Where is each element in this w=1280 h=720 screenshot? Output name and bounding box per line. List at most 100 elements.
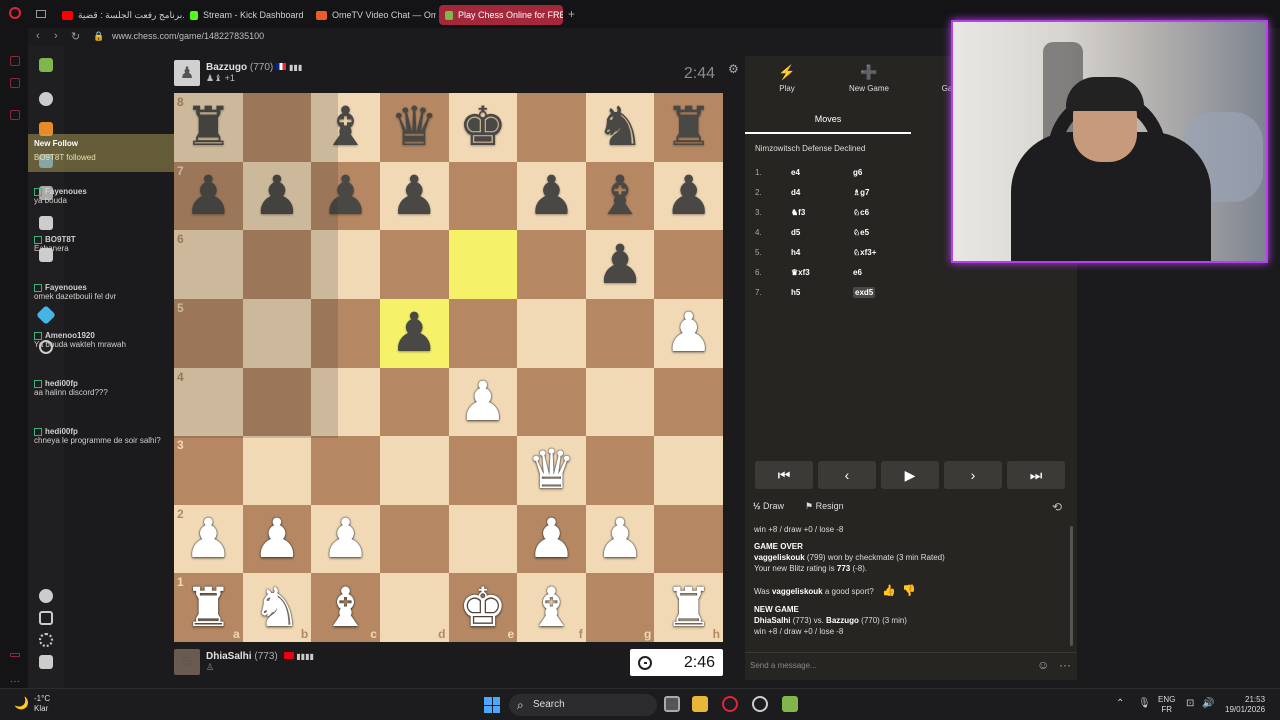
square-g1[interactable]: g (585, 573, 655, 642)
settings-icon[interactable] (39, 633, 53, 647)
black-queen-icon[interactable]: ♛ (390, 100, 438, 154)
thumbs-down-icon[interactable]: 👎 (902, 585, 916, 597)
white-move[interactable]: h5 (791, 288, 853, 297)
white-move[interactable]: h4 (791, 248, 853, 257)
opera-logo-icon[interactable] (9, 7, 21, 19)
square-c5[interactable] (311, 298, 380, 368)
taskbar-search[interactable]: Search (509, 694, 657, 716)
play-moves-button[interactable]: ▶ (881, 461, 939, 489)
top-player-name[interactable]: Bazzugo (206, 62, 247, 73)
square-a6[interactable]: 6 (174, 230, 243, 299)
square-d3[interactable] (379, 436, 449, 505)
square-e8[interactable]: ♚ (448, 93, 518, 162)
black-move[interactable]: ♘xf3+ (853, 248, 876, 257)
square-d6[interactable] (379, 230, 449, 299)
square-a5[interactable]: 5 (174, 298, 243, 368)
square-e3[interactable] (448, 436, 518, 505)
square-c7[interactable]: ♟ (311, 161, 380, 231)
square-b2[interactable]: ♟ (242, 504, 312, 574)
square-b1[interactable]: b ♞ (242, 573, 312, 642)
black-pawn-icon[interactable]: ♟ (664, 168, 712, 223)
square-c6[interactable] (311, 230, 380, 299)
black-pawn-icon[interactable]: ♟ (253, 168, 301, 223)
collapse-icon[interactable] (39, 611, 53, 625)
log-user[interactable]: vaggeliskouk (754, 553, 805, 562)
resign-button[interactable]: ⚑ Resign (805, 501, 844, 512)
square-b4[interactable] (242, 367, 312, 437)
square-f6[interactable] (517, 230, 586, 299)
prev-move-button[interactable]: ‹ (818, 461, 876, 489)
chess-board[interactable]: 8 ♜ ♝ ♛ ♚ ♞ ♜ 7 ♟ ♟ ♟ ♟ ♟ ♝ ♟ 6 ♟ 5 ♟ ♟ 4 ♟ 3 ♛ 2 ♟ ♟ ♟ ♟ ♟ 1 a ♜ b ♞ c ♝ d e ♚… (174, 93, 723, 642)
news-icon[interactable] (39, 216, 53, 230)
square-f3[interactable]: ♛ (517, 436, 586, 505)
avatar[interactable]: ☺ (174, 649, 200, 675)
square-h5[interactable]: ♟ (654, 298, 723, 368)
square-h7[interactable]: ♟ (654, 161, 723, 231)
white-move[interactable]: e4 (791, 168, 853, 177)
square-c1[interactable]: c ♝ (311, 573, 380, 642)
more-options-icon[interactable]: ··· (1059, 658, 1071, 672)
minimize-icon[interactable] (10, 653, 20, 657)
square-g3[interactable] (585, 436, 655, 505)
draw-button[interactable]: ½ Draw (753, 501, 784, 511)
white-move[interactable]: ♞f3 (791, 208, 853, 217)
player-icon[interactable] (10, 78, 20, 88)
white-pawn-icon[interactable]: ♟ (596, 512, 644, 566)
black-pawn-icon[interactable]: ♟ (321, 168, 369, 223)
bottom-player-name[interactable]: DhiaSalhi (206, 651, 252, 662)
white-king-icon[interactable]: ♚ (459, 580, 507, 635)
white-bishop-icon[interactable]: ♝ (321, 580, 369, 635)
white-move[interactable]: d4 (791, 188, 853, 197)
square-b7[interactable]: ♟ (242, 161, 312, 231)
white-move[interactable]: ♛xf3 (791, 268, 853, 277)
log-user[interactable]: vaggeliskouk (772, 587, 823, 596)
obs-icon[interactable] (752, 696, 768, 712)
square-h8[interactable]: ♜ (654, 93, 723, 162)
weather-icon[interactable]: 🌙 (14, 696, 29, 710)
square-d2[interactable] (379, 504, 449, 574)
square-e2[interactable] (448, 504, 518, 574)
square-a3[interactable]: 3 (174, 436, 243, 505)
square-g6[interactable]: ♟ (585, 230, 655, 299)
tray-expand-icon[interactable]: ⌃ (1116, 698, 1124, 709)
square-h1[interactable]: h ♜ (654, 573, 723, 642)
last-move-button[interactable]: ⏭ (1007, 461, 1065, 489)
square-h3[interactable] (654, 436, 723, 505)
black-bishop-icon[interactable]: ♝ (321, 100, 369, 154)
square-f4[interactable] (517, 367, 586, 437)
tab-kick[interactable]: Stream - Kick Dashboard (184, 5, 310, 25)
tab-new-game[interactable]: ➕ New Game (843, 64, 895, 93)
square-a1[interactable]: 1 a ♜ (174, 573, 243, 642)
square-h4[interactable] (654, 367, 723, 437)
log-user[interactable]: DhiaSalhi (754, 616, 790, 625)
black-rook-icon[interactable]: ♜ (664, 100, 712, 154)
tab-menu-icon[interactable] (36, 10, 46, 18)
tab-youtube[interactable]: برنامج رفعت الجلسة : قضية... (56, 5, 184, 25)
square-e1[interactable]: e ♚ (448, 573, 518, 642)
url-field[interactable]: www.chess.com/game/148227835100 (112, 31, 264, 41)
square-e6[interactable] (448, 230, 518, 299)
square-b6[interactable] (242, 230, 312, 299)
weather-widget[interactable]: -1°C Klar (34, 694, 50, 714)
black-pawn-icon[interactable]: ♟ (596, 237, 644, 292)
black-knight-icon[interactable]: ♞ (596, 100, 644, 154)
white-queen-icon[interactable]: ♛ (527, 443, 575, 497)
white-pawn-icon[interactable]: ♟ (321, 512, 369, 566)
square-f2[interactable]: ♟ (517, 504, 586, 574)
black-pawn-icon[interactable]: ♟ (527, 168, 575, 223)
black-pawn-icon[interactable]: ♟ (390, 168, 438, 223)
chess-app-icon[interactable] (782, 696, 798, 712)
new-tab-button[interactable]: + (568, 7, 575, 21)
square-d7[interactable]: ♟ (379, 161, 449, 231)
play-icon[interactable] (39, 92, 53, 106)
tab-play[interactable]: ⚡ Play (775, 64, 799, 93)
square-g7[interactable]: ♝ (585, 161, 655, 231)
gear-icon[interactable]: ⚙ (728, 62, 739, 76)
square-d5[interactable]: ♟ (379, 298, 449, 368)
white-pawn-icon[interactable]: ♟ (664, 306, 712, 360)
workspace-icon[interactable] (10, 110, 20, 120)
square-b3[interactable] (242, 436, 312, 505)
help-icon[interactable] (39, 655, 53, 669)
forward-icon[interactable]: › (54, 30, 58, 42)
square-e4[interactable]: ♟ (448, 367, 518, 437)
